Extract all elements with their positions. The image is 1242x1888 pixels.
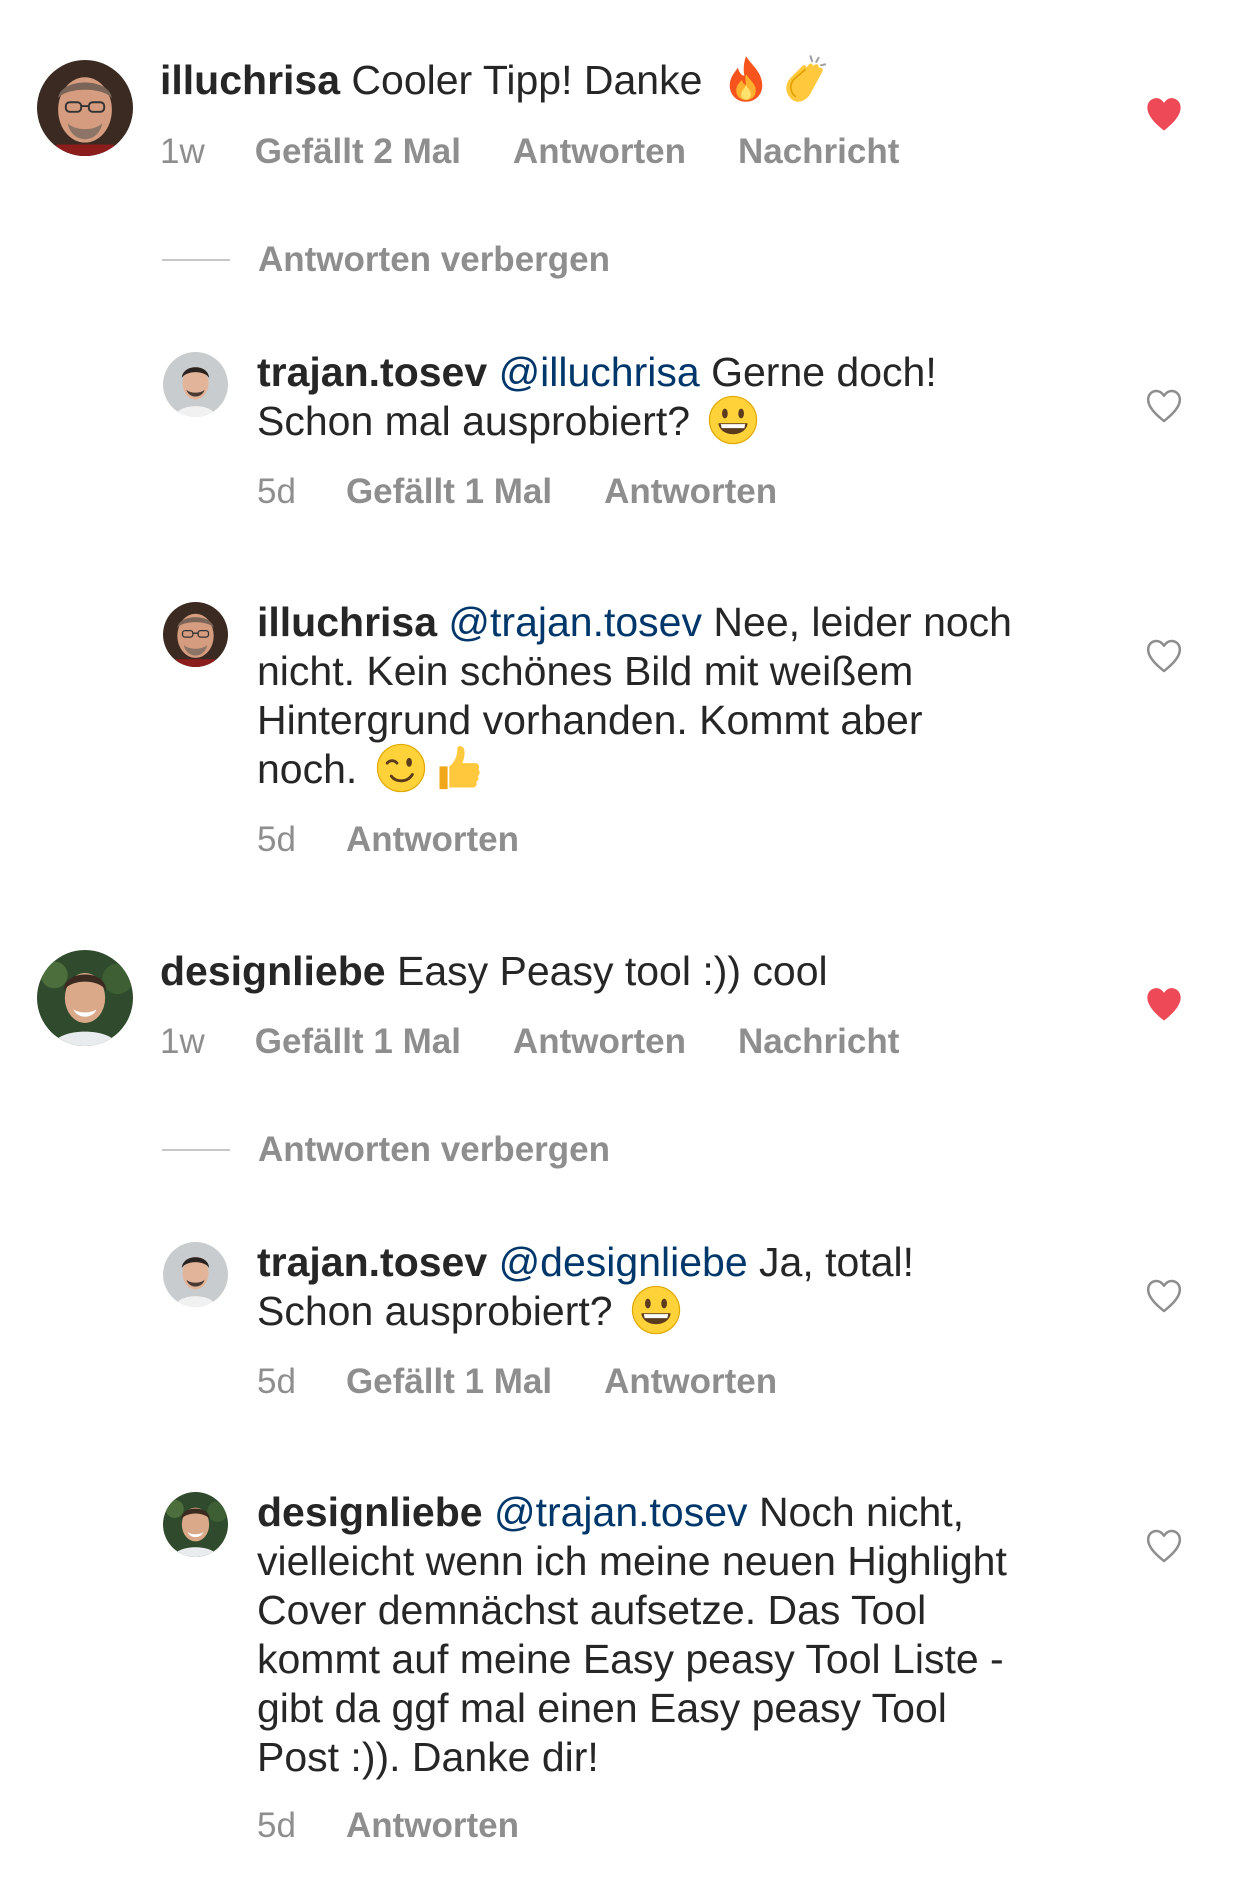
username[interactable]: designliebe: [160, 948, 386, 994]
avatar[interactable]: [163, 352, 228, 417]
username[interactable]: designliebe: [257, 1489, 483, 1535]
username[interactable]: trajan.tosev: [257, 1239, 487, 1285]
timestamp: 5d: [257, 820, 296, 859]
avatar[interactable]: [37, 60, 133, 156]
username[interactable]: trajan.tosev: [257, 349, 487, 395]
avatar[interactable]: [37, 950, 133, 1046]
avatar[interactable]: [163, 1242, 228, 1307]
comment-text: illuchrisa Cooler Tipp! Danke: [160, 56, 830, 109]
avatar[interactable]: [163, 1492, 228, 1557]
fire-icon: [720, 53, 772, 105]
timestamp: 1w: [160, 1022, 205, 1061]
reply-meta: 5d Antworten: [257, 820, 571, 860]
reply-button[interactable]: Antworten: [604, 1362, 777, 1402]
heart-outline-icon[interactable]: [1145, 1278, 1183, 1314]
comment-meta: 1w Gefällt 2 Mal Antworten Nachricht: [160, 132, 951, 172]
reply-button[interactable]: Antworten: [346, 820, 519, 860]
heart-outline-icon[interactable]: [1145, 1528, 1183, 1564]
heart-filled-icon[interactable]: [1145, 986, 1183, 1022]
reply-button[interactable]: Antworten: [604, 472, 777, 512]
mention-link[interactable]: @designliebe: [499, 1239, 748, 1285]
reply-button[interactable]: Antworten: [513, 1022, 686, 1062]
timestamp: 5d: [257, 472, 296, 511]
comment-text: designliebe Easy Peasy tool :)) cool: [160, 948, 828, 994]
reply-meta: 5d Antworten: [257, 1806, 571, 1846]
reply-text: trajan.tosev @designliebe Ja, total! Sch…: [257, 1238, 914, 1340]
winking-face-icon: [375, 742, 427, 794]
reply-meta: 5d Gefällt 1 Mal Antworten: [257, 472, 829, 512]
divider: [162, 259, 230, 261]
likes-count-link[interactable]: Gefällt 1 Mal: [346, 472, 552, 512]
reply-button[interactable]: Antworten: [513, 132, 686, 172]
timestamp: 5d: [257, 1806, 296, 1845]
reply-text: designliebe @trajan.tosev Noch nicht, vi…: [257, 1489, 1007, 1780]
reply-text: illuchrisa @trajan.tosev Nee, leider noc…: [257, 598, 1012, 798]
heart-outline-icon[interactable]: [1145, 638, 1183, 674]
timestamp: 1w: [160, 132, 205, 171]
heart-filled-icon[interactable]: [1145, 96, 1183, 132]
grinning-face-icon: [630, 1284, 682, 1336]
comment-meta: 1w Gefällt 1 Mal Antworten Nachricht: [160, 1022, 951, 1062]
grinning-face-icon: [707, 394, 759, 446]
likes-count-link[interactable]: Gefällt 1 Mal: [346, 1362, 552, 1402]
hide-replies-button[interactable]: Antworten verbergen: [162, 1130, 610, 1170]
timestamp: 5d: [257, 1362, 296, 1401]
hide-replies-button[interactable]: Antworten verbergen: [162, 240, 610, 280]
clapping-hands-icon: [778, 53, 830, 105]
mention-link[interactable]: @trajan.tosev: [448, 599, 702, 645]
message-button[interactable]: Nachricht: [738, 1022, 899, 1062]
username[interactable]: illuchrisa: [160, 57, 340, 103]
reply-button[interactable]: Antworten: [346, 1806, 519, 1846]
likes-count-link[interactable]: Gefällt 1 Mal: [255, 1022, 461, 1062]
heart-outline-icon[interactable]: [1145, 388, 1183, 424]
avatar[interactable]: [163, 602, 228, 667]
reply-text: trajan.tosev @illuchrisa Gerne doch! Sch…: [257, 348, 937, 450]
mention-link[interactable]: @trajan.tosev: [494, 1489, 748, 1535]
likes-count-link[interactable]: Gefällt 2 Mal: [255, 132, 461, 172]
mention-link[interactable]: @illuchrisa: [499, 349, 700, 395]
message-button[interactable]: Nachricht: [738, 132, 899, 172]
thumbs-up-icon: [433, 742, 485, 794]
username[interactable]: illuchrisa: [257, 599, 437, 645]
divider: [162, 1149, 230, 1151]
reply-meta: 5d Gefällt 1 Mal Antworten: [257, 1362, 829, 1402]
